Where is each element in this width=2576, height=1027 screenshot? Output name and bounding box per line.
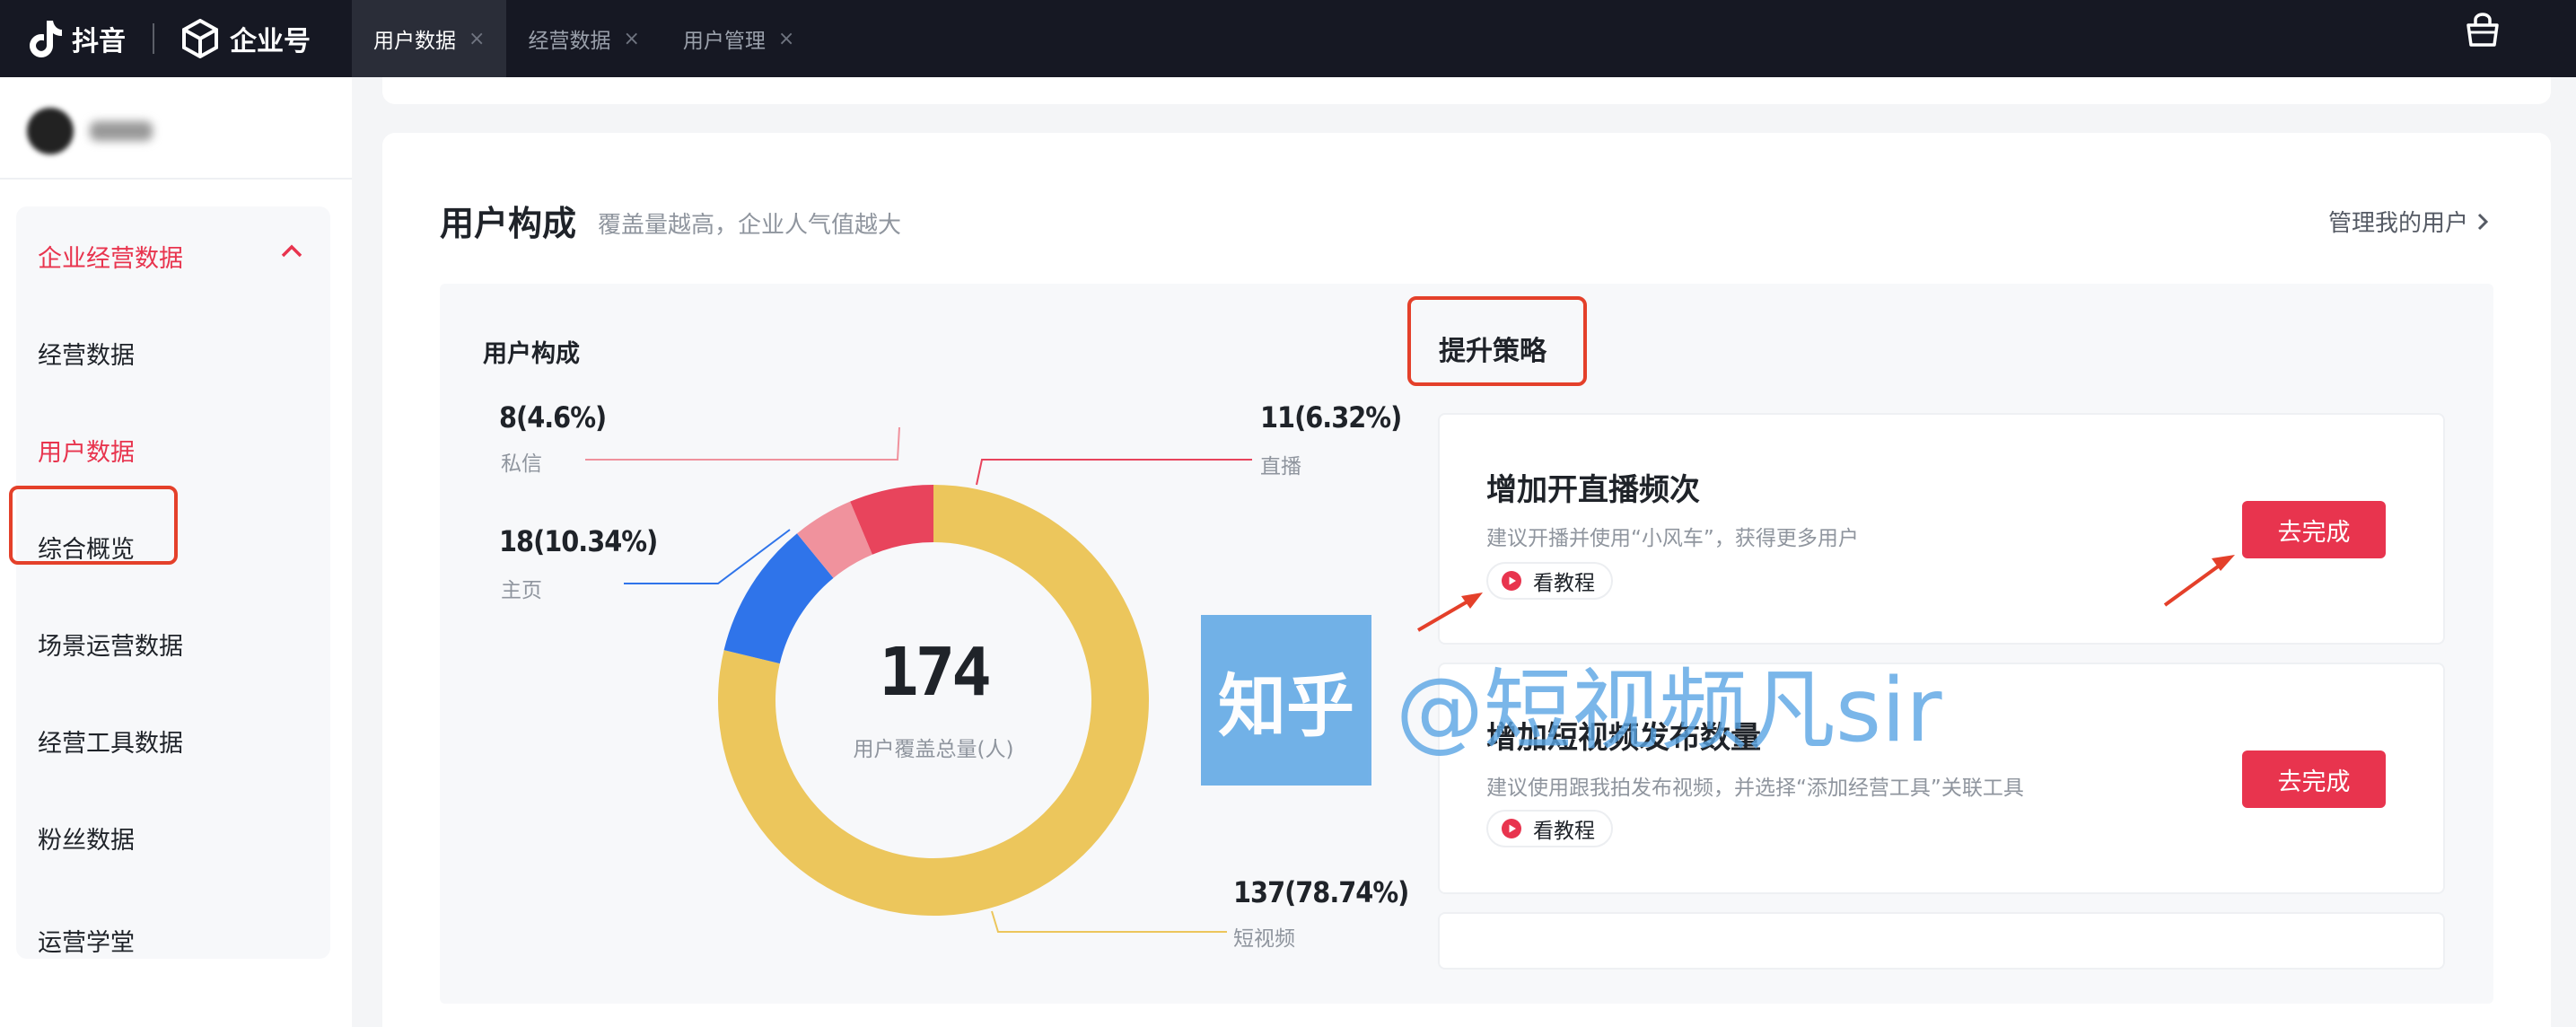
slice-name-live: 直播 — [1260, 455, 1301, 478]
complete-button[interactable]: 去完成 — [2242, 750, 2386, 808]
data-label-homepage: 18(10.34%) — [499, 524, 658, 558]
annotation-box-user-data — [9, 486, 178, 565]
data-label-live: 11(6.32%) — [1260, 400, 1402, 434]
total-label: 用户覆盖总量(人) — [853, 738, 1014, 761]
sidebar-item-business[interactable]: 经营数据 — [38, 336, 135, 371]
tutorial-button[interactable]: 看教程 — [1486, 810, 1613, 847]
sidebar-group-header[interactable]: 企业经营数据 — [38, 239, 183, 274]
tab-label: 用户管理 — [682, 30, 766, 53]
sidebar-group-business-data: 企业经营数据 经营数据 用户数据 综合概览 场景运营数据 经营工具数据 粉丝数据 — [16, 206, 330, 959]
previous-card — [382, 77, 2551, 104]
douyin-logo-icon — [27, 19, 63, 58]
task-description: 建议开播并使用“小风车”，获得更多用户 — [1486, 527, 1859, 550]
data-label-private-message: 8(4.6%) — [499, 400, 607, 434]
chevron-right-icon — [2477, 213, 2489, 230]
task-card-partial: 完善推广 — [1438, 912, 2445, 970]
chevron-up-icon[interactable] — [280, 242, 303, 259]
sidebar-item-academy[interactable]: 运营学堂 — [38, 923, 135, 958]
account-info[interactable] — [27, 104, 153, 158]
total-value: 174 — [879, 634, 992, 711]
tab-label: 用户数据 — [373, 30, 456, 53]
tutorial-label: 看教程 — [1533, 820, 1595, 843]
complete-button[interactable]: 去完成 — [2242, 501, 2386, 558]
watermark-text: @短视频凡sir — [1396, 660, 1942, 762]
chart-title: 用户构成 — [483, 340, 580, 368]
close-icon[interactable]: × — [623, 28, 639, 50]
data-label-short-video: 137(78.74%) — [1233, 875, 1409, 909]
close-icon[interactable]: × — [778, 28, 794, 50]
task-title: 增加开直播频次 — [1486, 472, 1700, 508]
play-icon — [1502, 819, 1521, 838]
basket-icon[interactable] — [2465, 13, 2501, 48]
avatar — [27, 108, 74, 154]
sidebar: 企业经营数据 经营数据 用户数据 综合概览 场景运营数据 经营工具数据 粉丝数据… — [0, 77, 352, 1027]
sub-brand-name: 企业号 — [230, 26, 311, 57]
link-label: 管理我的用户 — [2327, 210, 2468, 237]
brand-name: 抖音 — [72, 26, 126, 57]
manage-users-link[interactable]: 管理我的用户 — [2328, 205, 2490, 238]
slice-name-short-video: 短视频 — [1233, 927, 1295, 951]
brand[interactable]: 抖音 企业号 — [27, 13, 311, 65]
sidebar-item-user-data[interactable]: 用户数据 — [38, 433, 135, 468]
task-description: 建议使用跟我拍发布视频，并选择“添加经营工具”关联工具 — [1486, 777, 2024, 800]
tab-user-management[interactable]: 用户管理 × — [662, 0, 816, 77]
tab-user-data[interactable]: 用户数据 × — [352, 0, 507, 77]
account-name-blurred — [90, 121, 153, 141]
sidebar-item-tools[interactable]: 经营工具数据 — [38, 724, 183, 759]
tab-label: 经营数据 — [528, 30, 611, 53]
brand-divider — [153, 23, 154, 54]
strategy-title: 提升策略 — [1439, 336, 1546, 367]
section-subtitle: 覆盖量越高，企业人气值越大 — [598, 212, 902, 239]
tab-business-data[interactable]: 经营数据 × — [506, 0, 661, 77]
tab-bar: 用户数据 × 经营数据 × 用户管理 × — [352, 0, 816, 77]
task-title: 完善推广 — [1486, 961, 1608, 968]
slice-name-private-message: 私信 — [501, 452, 542, 476]
zhihu-watermark-logo: 知乎 — [1201, 615, 1371, 786]
task-card-live: 增加开直播频次 建议开播并使用“小风车”，获得更多用户 看教程 去完成 — [1438, 413, 2445, 645]
slice-name-homepage: 主页 — [501, 579, 542, 602]
top-bar: 抖音 企业号 用户数据 × 经营数据 × 用户管理 × — [0, 0, 2576, 77]
section-title: 用户构成 — [440, 204, 577, 243]
annotation-arrow-complete — [2163, 555, 2235, 607]
enterprise-cube-icon — [181, 18, 219, 59]
close-icon[interactable]: × — [469, 28, 485, 50]
tutorial-label: 看教程 — [1533, 572, 1595, 595]
sidebar-item-fans[interactable]: 粉丝数据 — [38, 821, 135, 856]
divider — [0, 178, 352, 180]
sidebar-item-scene-ops[interactable]: 场景运营数据 — [38, 627, 183, 662]
